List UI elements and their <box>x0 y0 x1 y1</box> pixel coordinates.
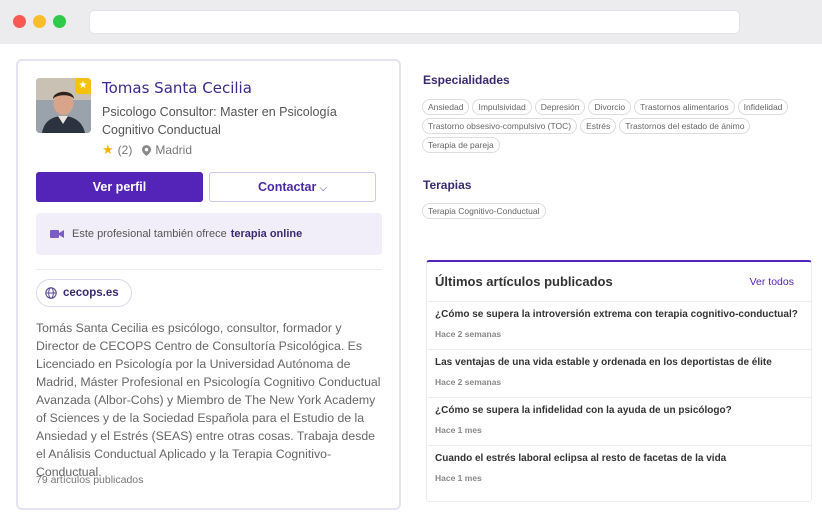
rating-location: ★ (2) Madrid <box>102 142 192 158</box>
star-icon: ★ <box>102 142 114 157</box>
contact-label: Contactar <box>258 180 317 194</box>
tag-chip[interactable]: Trastornos alimentarios <box>634 99 735 115</box>
article-item[interactable]: Cuando el estrés laboral eclipsa al rest… <box>427 445 811 493</box>
divider <box>36 269 382 270</box>
article-title[interactable]: Cuando el estrés laboral eclipsa al rest… <box>435 453 726 464</box>
article-item[interactable]: Las ventajas de una vida estable y orden… <box>427 349 811 397</box>
bio-text: Tomás Santa Cecilia es psicólogo, consul… <box>36 321 381 479</box>
tag-chip[interactable]: Divorcio <box>588 99 632 115</box>
tag-chip[interactable]: Trastorno obsesivo-compulsivo (TOC) <box>422 118 578 134</box>
premium-badge-icon: ★ <box>75 78 91 94</box>
profile-card: ★ Tomas Santa Cecilia Psicologo Consulto… <box>16 59 401 510</box>
website-label: cecops.es <box>63 287 119 299</box>
page-content: ★ Tomas Santa Cecilia Psicologo Consulto… <box>0 44 822 522</box>
tag-chip[interactable]: Terapia de pareja <box>422 137 500 153</box>
article-title[interactable]: ¿Cómo se supera la infidelidad con la ay… <box>435 405 732 416</box>
video-camera-icon <box>50 230 64 238</box>
online-therapy-bold: terapia online <box>230 228 303 240</box>
tag-chip[interactable]: Terapia Cognitivo-Conductual <box>422 203 546 219</box>
minimize-window-button[interactable] <box>33 15 46 28</box>
tag-chip[interactable]: Depresión <box>534 99 586 115</box>
avatar[interactable]: ★ <box>36 78 91 133</box>
maximize-window-button[interactable] <box>53 15 66 28</box>
article-time: Hace 2 semanas <box>435 377 502 387</box>
tag-chip[interactable]: Estrés <box>580 118 617 134</box>
professional-role: Psicologo Consultor: Master en Psicologí… <box>102 105 337 137</box>
article-item[interactable]: ¿Cómo se supera la introversión extrema … <box>427 301 811 349</box>
online-therapy-banner: Este profesional también ofrece terapia … <box>36 213 382 255</box>
globe-icon <box>45 287 57 299</box>
specialties-tags: Ansiedad Impulsividad Depresión Divorcio Tra… <box>422 99 802 153</box>
close-window-button[interactable] <box>13 15 26 28</box>
tag-chip[interactable]: Ansiedad <box>422 99 470 115</box>
tag-chip[interactable]: Impulsividad <box>472 99 532 115</box>
website-link[interactable]: cecops.es <box>36 279 132 307</box>
specialties-title: Especialidades <box>423 73 510 87</box>
browser-chrome <box>0 0 822 44</box>
articles-count[interactable]: 79 artículos publicados <box>36 474 143 486</box>
view-profile-button[interactable]: Ver perfil <box>36 172 203 202</box>
contact-button[interactable]: Contactar ⌵ <box>209 172 376 202</box>
article-time: Hace 1 mes <box>435 473 482 483</box>
article-title[interactable]: Las ventajas de una vida estable y orden… <box>435 357 772 368</box>
article-title[interactable]: ¿Cómo se supera la introversión extrema … <box>435 309 798 320</box>
rating-count[interactable]: (2) <box>118 143 133 157</box>
articles-panel: Últimos artículos publicados Ver todos ¿… <box>426 260 812 502</box>
articles-title: Últimos artículos publicados <box>435 274 613 289</box>
therapies-tags: Terapia Cognitivo-Conductual <box>422 203 802 219</box>
professional-name[interactable]: Tomas Santa Cecilia <box>102 79 252 97</box>
therapies-title: Terapias <box>423 178 472 192</box>
see-all-link[interactable]: Ver todos <box>750 276 794 288</box>
address-bar[interactable] <box>89 10 740 34</box>
article-item[interactable]: ¿Cómo se supera la infidelidad con la ay… <box>427 397 811 445</box>
online-therapy-text: Este profesional también ofrece <box>72 228 227 240</box>
article-time: Hace 2 semanas <box>435 329 502 339</box>
tag-chip[interactable]: Trastornos del estado de ánimo <box>619 118 751 134</box>
location: Madrid <box>155 143 193 157</box>
location-pin-icon <box>142 144 152 156</box>
chevron-down-icon: ⌵ <box>319 183 327 194</box>
tag-chip[interactable]: Infidelidad <box>737 99 789 115</box>
article-time: Hace 1 mes <box>435 425 482 435</box>
